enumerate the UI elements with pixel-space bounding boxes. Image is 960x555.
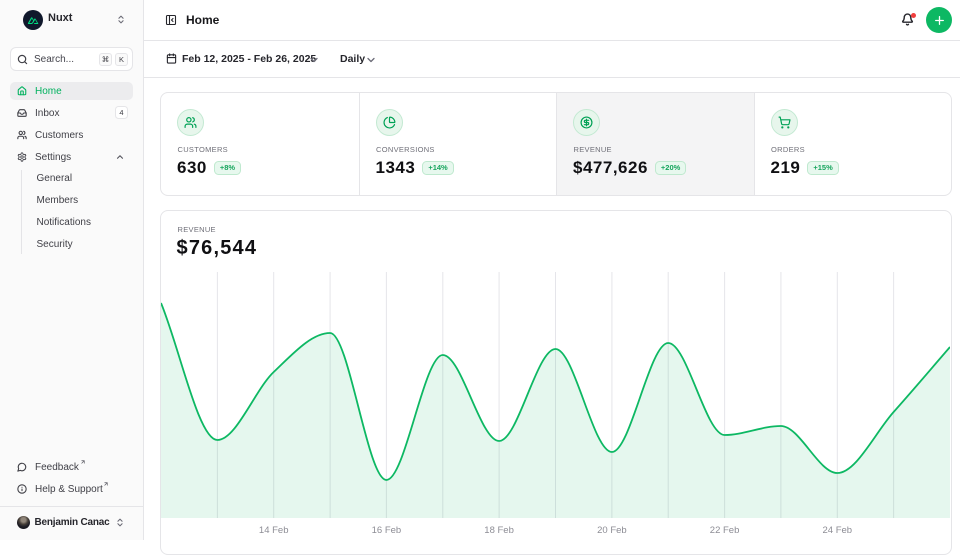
svg-text:22 Feb: 22 Feb <box>710 525 740 536</box>
svg-text:16 Feb: 16 Feb <box>372 525 402 536</box>
svg-text:14 Feb: 14 Feb <box>259 525 289 536</box>
svg-text:24 Feb: 24 Feb <box>823 525 853 536</box>
svg-text:18 Feb: 18 Feb <box>484 525 514 536</box>
svg-text:20 Feb: 20 Feb <box>597 525 627 536</box>
